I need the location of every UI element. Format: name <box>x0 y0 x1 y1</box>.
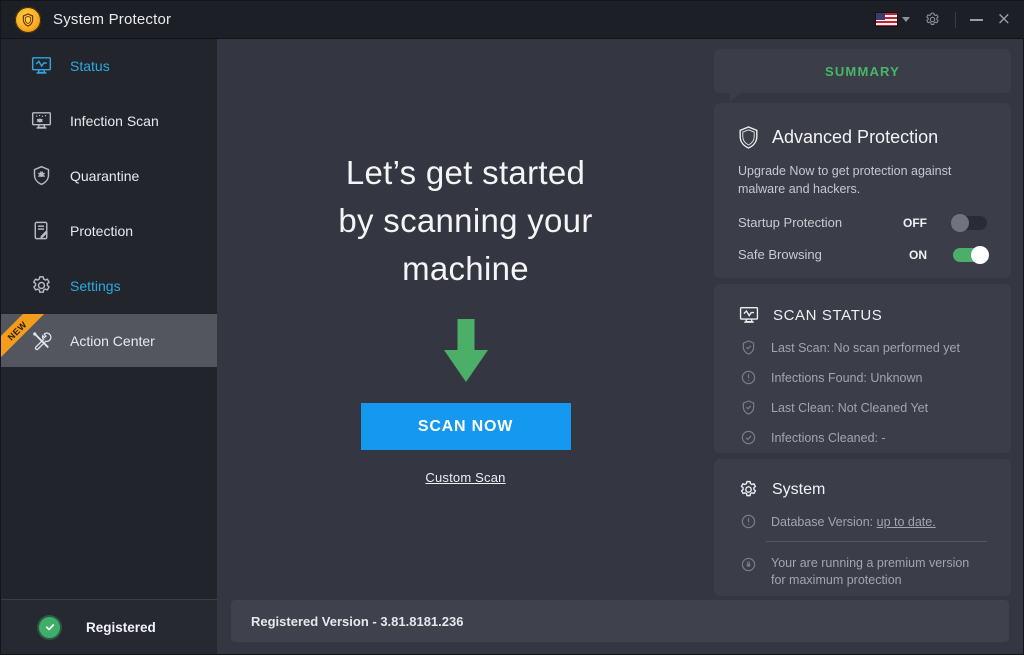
registered-status: Registered <box>1 599 217 654</box>
sidebar-item-label: Settings <box>70 278 121 294</box>
last-clean-row: Last Clean: Not Cleaned Yet <box>738 399 987 416</box>
tab-summary[interactable]: SUMMARY <box>714 49 1011 93</box>
shield-check-icon <box>740 399 757 416</box>
us-flag-icon <box>876 13 897 26</box>
close-icon: × <box>997 11 1011 28</box>
scan-now-button[interactable]: SCAN NOW <box>361 403 571 450</box>
close-button[interactable]: × <box>997 11 1011 28</box>
tab-notch <box>730 93 741 102</box>
toggle-knob <box>951 214 969 232</box>
monitor-pulse-icon <box>30 54 53 77</box>
safe-browsing-row: Safe Browsing ON <box>738 247 987 262</box>
alert-circle-icon <box>740 513 757 530</box>
chevron-down-icon <box>902 17 910 22</box>
sidebar-item-quarantine[interactable]: Quarantine <box>1 149 217 202</box>
last-scan-text: Last Scan: No scan performed yet <box>771 341 960 355</box>
shield-check-icon <box>740 339 757 356</box>
toggle-knob <box>971 246 989 264</box>
database-version-text: Database Version: up to date. <box>771 515 936 529</box>
startup-protection-state: OFF <box>903 216 927 230</box>
monitor-bug-icon <box>30 109 53 132</box>
shield-outline-icon <box>738 125 759 150</box>
gear-icon <box>30 274 53 297</box>
sidebar-item-label: Status <box>70 58 110 74</box>
document-pen-icon <box>30 219 53 242</box>
scan-status-card: SCAN STATUS Last Scan: No scan performed… <box>714 284 1011 453</box>
last-scan-row: Last Scan: No scan performed yet <box>738 339 987 356</box>
version-status-text: Registered Version - 3.81.8181.236 <box>251 614 463 629</box>
shield-bug-icon <box>30 164 53 187</box>
infections-cleaned-text: Infections Cleaned: - <box>771 431 886 445</box>
system-card: System Database Version: up to date. You… <box>714 459 1011 596</box>
minimize-icon <box>970 19 983 21</box>
sidebar-item-label: Infection Scan <box>70 113 159 129</box>
safe-browsing-toggle[interactable] <box>953 248 987 262</box>
database-version-label: Database Version: <box>771 515 877 529</box>
safe-browsing-label: Safe Browsing <box>738 247 909 262</box>
sidebar: Status Infection Scan <box>1 39 217 654</box>
startup-protection-row: Startup Protection OFF <box>738 215 987 230</box>
tab-summary-label: SUMMARY <box>825 64 900 79</box>
sidebar-item-action-center[interactable]: NEW Action Center <box>1 314 217 367</box>
scan-status-title: SCAN STATUS <box>773 307 882 324</box>
up-to-date-link[interactable]: up to date. <box>877 515 936 529</box>
green-down-arrow-icon <box>443 319 489 383</box>
version-status-bar: Registered Version - 3.81.8181.236 <box>231 600 1009 642</box>
minimize-button[interactable] <box>970 19 983 21</box>
startup-protection-toggle[interactable] <box>953 216 987 230</box>
sidebar-item-settings[interactable]: Settings <box>1 259 217 312</box>
startup-protection-label: Startup Protection <box>738 215 903 230</box>
sidebar-item-label: Quarantine <box>70 168 139 184</box>
lock-circle-icon <box>740 556 757 573</box>
infections-cleaned-row: Infections Cleaned: - <box>738 429 987 446</box>
sidebar-item-label: Protection <box>70 223 133 239</box>
premium-version-text: Your are running a premium version for m… <box>771 555 987 589</box>
tools-icon <box>30 329 53 352</box>
headline: Let’s get started by scanning your machi… <box>338 149 592 293</box>
sidebar-item-label: Action Center <box>70 333 155 349</box>
gear-icon <box>738 479 759 500</box>
infections-found-row: Infections Found: Unknown <box>738 369 987 386</box>
green-check-seal-icon <box>39 617 60 638</box>
scan-prompt: Let’s get started by scanning your machi… <box>217 39 714 654</box>
app-title: System Protector <box>53 11 171 28</box>
system-title: System <box>772 481 825 499</box>
app-logo-icon <box>15 7 41 33</box>
titlebar: System Protector × <box>1 1 1024 39</box>
summary-panel: SUMMARY Advanced Protection Upgrade Now … <box>714 49 1011 596</box>
sidebar-item-protection[interactable]: Protection <box>1 204 217 257</box>
database-version-row: Database Version: up to date. <box>738 513 987 530</box>
last-clean-text: Last Clean: Not Cleaned Yet <box>771 401 928 415</box>
titlebar-divider <box>955 12 956 28</box>
check-circle-icon <box>740 429 757 446</box>
system-divider <box>766 541 987 542</box>
alert-circle-icon <box>740 369 757 386</box>
titlebar-settings-gear-icon[interactable] <box>924 11 941 28</box>
safe-browsing-state: ON <box>909 248 927 262</box>
infections-found-text: Infections Found: Unknown <box>771 371 922 385</box>
registered-label: Registered <box>86 620 156 635</box>
advanced-protection-title: Advanced Protection <box>772 127 938 148</box>
sidebar-item-status[interactable]: Status <box>1 39 217 92</box>
monitor-pulse-icon <box>738 304 760 326</box>
custom-scan-link[interactable]: Custom Scan <box>425 470 505 485</box>
language-selector[interactable] <box>876 13 910 26</box>
advanced-protection-card: Advanced Protection Upgrade Now to get p… <box>714 103 1011 278</box>
sidebar-item-infection-scan[interactable]: Infection Scan <box>1 94 217 147</box>
advanced-protection-description: Upgrade Now to get protection against ma… <box>738 162 1000 198</box>
premium-version-row: Your are running a premium version for m… <box>738 555 987 589</box>
